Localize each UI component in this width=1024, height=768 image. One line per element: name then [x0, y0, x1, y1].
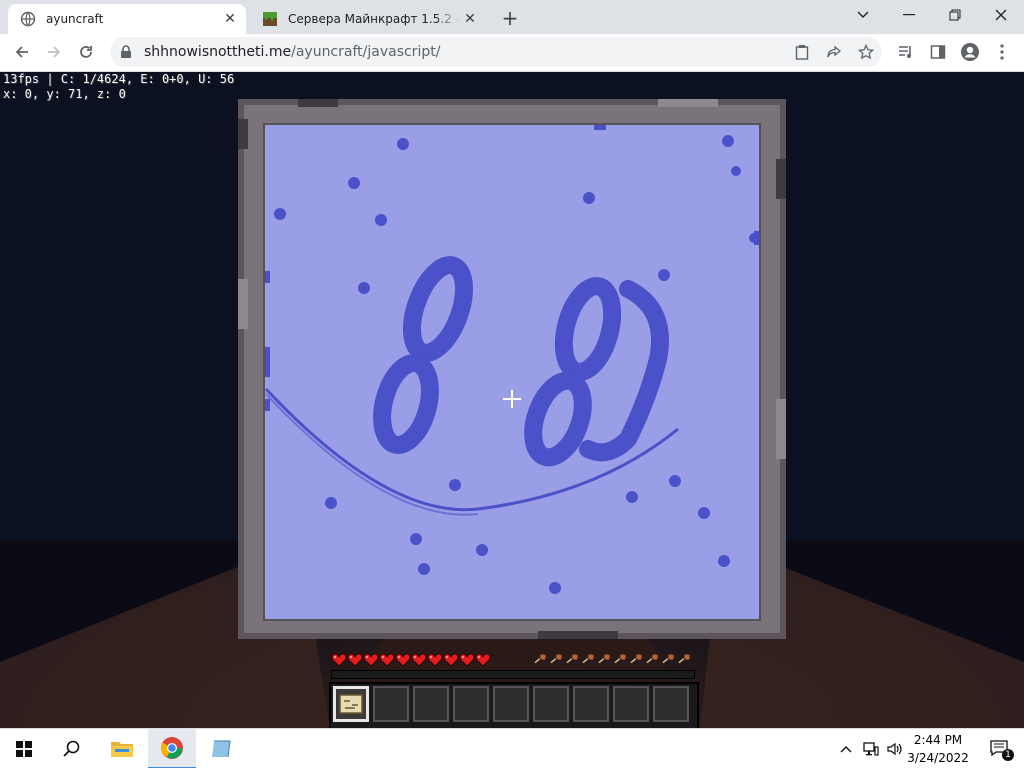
menu-kebab-icon[interactable] — [988, 38, 1016, 66]
tab-title: ayuncraft — [46, 12, 104, 26]
food-icon — [676, 652, 692, 666]
heart-icon — [443, 652, 459, 667]
url-host: shhnowisnottheti.me — [144, 44, 292, 60]
minimize-button[interactable] — [886, 0, 932, 30]
close-tab-icon[interactable]: ✕ — [220, 9, 240, 29]
heart-icon — [331, 652, 347, 667]
hotbar-slot[interactable] — [413, 686, 449, 722]
tab-title: Сервера Майнкрафт 1.5.2 - мон — [288, 12, 460, 26]
heart-icon — [427, 652, 443, 667]
profile-avatar-icon[interactable] — [956, 38, 984, 66]
tab-ayuncraft[interactable]: ayuncraft ✕ — [8, 4, 246, 34]
tab-minecraft-servers[interactable]: Сервера Майнкрафт 1.5.2 - мон ✕ — [250, 4, 486, 34]
hotbar-slot[interactable] — [573, 686, 609, 722]
hunger-bar — [532, 652, 692, 666]
map-icon — [339, 694, 363, 714]
food-icon — [612, 652, 628, 666]
system-clock[interactable]: 2:44 PM 3/24/2022 — [900, 731, 976, 767]
globe-icon — [20, 11, 36, 27]
health-bar — [331, 652, 491, 667]
url-path: /ayuncraft/javascript/ — [291, 44, 441, 60]
tab-strip: ayuncraft ✕ Сервера Майнкрафт 1.5.2 - мо… — [0, 0, 1024, 34]
heart-icon — [411, 652, 427, 667]
file-explorer-icon[interactable] — [98, 729, 146, 768]
lock-icon[interactable] — [120, 45, 134, 59]
chevron-up-icon[interactable] — [836, 729, 856, 768]
crosshair-icon — [503, 390, 521, 408]
game-canvas[interactable]: 13fps | C: 1/4624, E: 0+0, U: 56 x: 0, y… — [0, 72, 1024, 728]
side-panel-icon[interactable] — [924, 38, 952, 66]
food-icon — [596, 652, 612, 666]
food-icon — [628, 652, 644, 666]
food-icon — [564, 652, 580, 666]
notification-badge: 1 — [1002, 749, 1014, 761]
debug-coords-line: x: 0, y: 71, z: 0 — [3, 87, 126, 101]
restore-button[interactable] — [932, 0, 978, 30]
media-control-icon[interactable] — [892, 38, 920, 66]
clipboard-icon[interactable] — [788, 38, 816, 66]
close-window-button[interactable] — [978, 0, 1024, 30]
hotbar-slot[interactable] — [453, 686, 489, 722]
search-icon[interactable] — [48, 729, 96, 768]
heart-icon — [459, 652, 475, 667]
hotbar-slot[interactable] — [533, 686, 569, 722]
held-map — [238, 99, 786, 639]
heart-icon — [347, 652, 363, 667]
notification-center-icon[interactable]: 1 — [980, 729, 1020, 768]
heart-icon — [379, 652, 395, 667]
food-icon — [660, 652, 676, 666]
browser-toolbar: shhnowisnottheti.me/ayuncraft/javascript… — [0, 34, 1024, 72]
app-taskbar-icon[interactable] — [198, 729, 246, 768]
bookmark-star-icon[interactable] — [852, 38, 880, 66]
hotbar-slot[interactable] — [333, 686, 369, 722]
debug-info-line: 13fps | C: 1/4624, E: 0+0, U: 56 — [3, 72, 235, 86]
food-icon — [532, 652, 548, 666]
chrome-taskbar-icon[interactable] — [148, 729, 196, 768]
heart-icon — [475, 652, 491, 667]
food-icon — [580, 652, 596, 666]
heart-icon — [395, 652, 411, 667]
reload-button[interactable] — [72, 38, 100, 66]
windows-start-icon[interactable] — [0, 729, 48, 768]
experience-bar — [331, 670, 695, 679]
food-icon — [548, 652, 564, 666]
windows-taskbar: 2:44 PM 3/24/2022 1 — [0, 728, 1024, 768]
forward-button[interactable] — [40, 38, 68, 66]
close-tab-icon[interactable]: ✕ — [460, 9, 480, 29]
tab-search-icon[interactable] — [840, 0, 886, 30]
hotbar-slot[interactable] — [613, 686, 649, 722]
back-button[interactable] — [8, 38, 36, 66]
hotbar-slot[interactable] — [493, 686, 529, 722]
food-icon — [644, 652, 660, 666]
hotbar-slot[interactable] — [373, 686, 409, 722]
clock-time: 2:44 PM — [913, 733, 963, 747]
minecraft-grass-icon — [262, 11, 278, 27]
share-icon[interactable] — [820, 38, 848, 66]
address-bar[interactable]: shhnowisnottheti.me/ayuncraft/javascript… — [110, 37, 882, 67]
hotbar-slot[interactable] — [653, 686, 689, 722]
hotbar[interactable] — [329, 682, 699, 728]
new-tab-button[interactable]: + — [498, 6, 522, 30]
clock-date: 3/24/2022 — [907, 751, 969, 765]
heart-icon — [363, 652, 379, 667]
network-icon[interactable] — [860, 729, 882, 768]
